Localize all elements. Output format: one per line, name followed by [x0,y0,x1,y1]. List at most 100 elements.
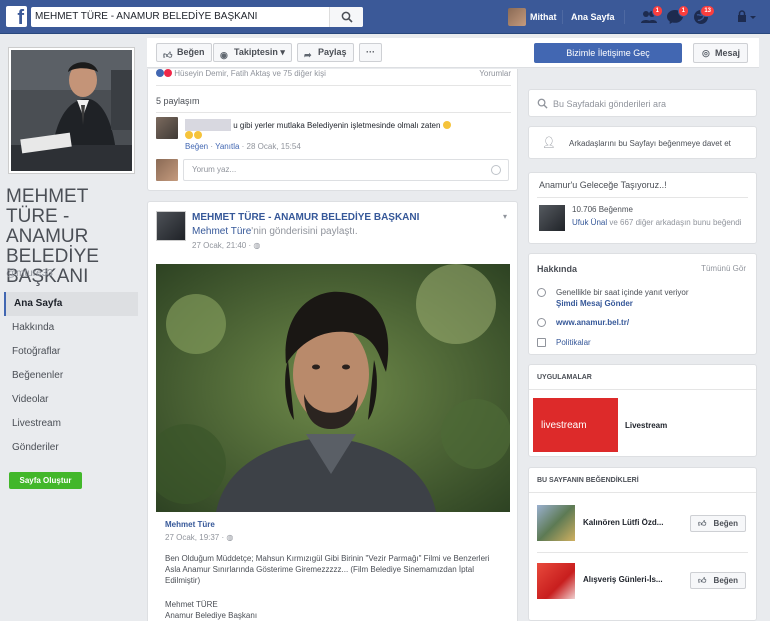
like-label: Beğen [713,576,738,585]
thumbs-up-icon: 👍︎ [163,50,173,60]
share-button[interactable]: ➦ Paylaş [297,43,354,62]
like-liked-page-button[interactable]: 👍︎ Beğen [690,515,746,532]
share-icon: ➦ [304,50,312,60]
comment-like-link[interactable]: Beğen [185,142,208,151]
website-link[interactable]: www.anamur.bel.tr/ [556,318,629,327]
invite-friends-text: Arkadaşlarını bu Sayfayı beğenmeye davet… [569,139,731,148]
top-bar: f MEHMET TÜRE - ANAMUR BELEDİYE BAŞKANI … [0,0,770,34]
reactions-summary[interactable]: Hüseyin Demir, Fatih Aktaş ve 75 diğer k… [156,69,511,79]
page-likes-card: Anamur'u Geleceğe Taşıyoruz..! 10.706 Be… [528,172,757,244]
search-icon [341,11,353,23]
invite-friends-card[interactable]: 👤︎ Arkadaşlarını bu Sayfayı beğenmeye da… [528,126,757,159]
message-label: Mesaj [714,48,740,58]
page-slogan: Anamur'u Geleceğe Taşıyoruz..! [539,180,667,190]
inner-post-time[interactable]: 27 Ocak, 19:37 · ◍ [165,533,233,542]
page-post-search-input[interactable]: Bu Sayfadaki gönderileri ara [553,99,666,109]
create-page-button[interactable]: Sayfa Oluştur [9,472,82,489]
emoji-icon [194,131,202,139]
messages-badge: 1 [677,5,689,17]
nav-item-livestream[interactable]: Livestream [4,412,138,436]
send-message-label: Şimdi Mesaj Gönder [556,299,633,308]
more-options-button[interactable]: ··· [359,43,382,62]
page-handle: @mture33 [6,268,53,279]
user-name-link[interactable]: Mithat [530,12,557,22]
policies-link[interactable]: Politikalar [556,338,591,347]
follow-label: Takiptesin [234,47,278,57]
home-link[interactable]: Ana Sayfa [571,12,615,22]
notifications-button[interactable]: 13 [692,5,715,25]
messages-button[interactable]: 1 [666,5,689,25]
livestream-logo-text: livestream [541,420,587,431]
liked-page-name[interactable]: Alışveriş Günleri-İs... [583,575,683,584]
clock-icon [537,288,546,297]
inner-post-text: Ben Olduğum Müddetçe; Mahsun Kırmızıgül … [165,554,490,585]
search-box[interactable]: MEHMET TÜRE - ANAMUR BELEDİYE BAŞKANI [31,7,363,27]
camera-icon[interactable] [491,165,501,175]
nav-item-about[interactable]: Hakkında [4,316,138,340]
lock-menu-icon [738,10,756,22]
comments-link[interactable]: Yorumlar [479,69,511,78]
account-menu-button[interactable] [736,10,758,26]
comment-reply-link[interactable]: Yanıtla [215,142,239,151]
friend-requests-button[interactable]: 1 [640,5,663,25]
like-liked-page-button[interactable]: 👍︎ Beğen [690,572,746,589]
inner-post-signature: Mehmet TÜRE Anamur Belediye Başkanı [165,599,257,621]
apps-title: UYGULAMALAR [537,374,592,381]
see-all-link[interactable]: Tümünü Gör [701,264,746,273]
nav-item-home[interactable]: Ana Sayfa [4,292,138,316]
profile-picture[interactable] [8,47,135,174]
facebook-logo-icon[interactable]: f [6,6,27,27]
policies-row: Politikalar [537,338,591,347]
post-author-avatar[interactable] [156,211,186,241]
search-button[interactable] [329,7,363,27]
comment-body: u gibi yerler mutlaka Belediyenin işletm… [233,121,441,130]
message-button[interactable]: ◎ Mesaj [693,43,748,63]
comment-time[interactable]: 28 Ocak, 15:54 [247,142,301,151]
like-page-button[interactable]: 👍︎ Beğen [156,43,212,62]
friends-likes-text: ve 667 diğer arkadaşın bunu beğendi [607,218,742,227]
livestream-app-link[interactable]: Livestream [625,421,667,430]
commenter-avatar[interactable] [156,117,178,139]
liked-page-thumbnail[interactable] [537,563,575,599]
liked-pages-card: BU SAYFANIN BEĞENDİKLERİ Kalınören Lütfi… [528,467,757,621]
post-photo[interactable] [156,264,510,512]
divider [156,85,511,86]
shared-owner-link[interactable]: Mehmet Türe [192,226,251,237]
comment-meta: Beğen · Yanıtla · 28 Ocak, 15:54 [185,142,301,151]
post-author-link[interactable]: MEHMET TÜRE - ANAMUR BELEDİYE BAŞKANI [192,212,419,223]
nav-item-likes[interactable]: Beğenenler [4,364,138,388]
search-input[interactable]: MEHMET TÜRE - ANAMUR BELEDİYE BAŞKANI [35,11,257,22]
like-label: Beğen [713,519,738,528]
lock-icon [537,338,546,347]
shared-line: Mehmet Türe'nin gönderisini paylaştı. [192,226,358,237]
friend-link[interactable]: Ufuk Ünal [572,218,607,227]
chevron-down-icon: ▾ [280,47,285,57]
follow-button[interactable]: ◉ Takiptesin ▾ [213,43,292,62]
nav-item-photos[interactable]: Fotoğraflar [4,340,138,364]
inner-author-link[interactable]: Mehmet Türe [165,520,215,529]
page-post-search[interactable]: Bu Sayfadaki gönderileri ara [528,89,757,117]
thumbs-up-icon: 👍︎ [698,519,707,528]
page-avatar-small [539,205,565,231]
livestream-app-thumbnail[interactable]: livestream [533,398,618,452]
post-options-chevron-icon[interactable]: ▾ [503,212,507,221]
shares-count[interactable]: 5 paylaşım [156,96,200,106]
like-reaction-icon [156,69,164,77]
apps-card: UYGULAMALAR livestream Livestream [528,364,757,457]
user-avatar[interactable] [508,8,526,26]
contact-us-button[interactable]: Bizimle İletişime Geç [534,43,682,63]
post-time[interactable]: 27 Ocak, 21:40 · ◍ [192,241,260,250]
send-message-link[interactable]: Şimdi Mesaj Gönder [556,299,633,308]
friends-who-like: Ufuk Ünal ve 667 diğer arkadaşın bunu be… [572,217,752,228]
nav-item-posts[interactable]: Gönderiler [4,436,138,460]
page-action-bar: 👍︎ Beğen ◉ Takiptesin ▾ ➦ Paylaş ··· Biz… [147,38,759,68]
rss-icon: ◉ [220,50,228,60]
liked-page-thumbnail[interactable] [537,505,575,541]
divider [529,389,756,390]
nav-item-videos[interactable]: Videolar [4,388,138,412]
globe-icon: ◍ [253,241,261,250]
liked-page-name[interactable]: Kalınören Lütfi Özd... [583,518,683,527]
blurred-name [185,119,231,131]
emoji-icon [442,121,451,129]
comment-input[interactable]: Yorum yaz... [183,159,509,181]
